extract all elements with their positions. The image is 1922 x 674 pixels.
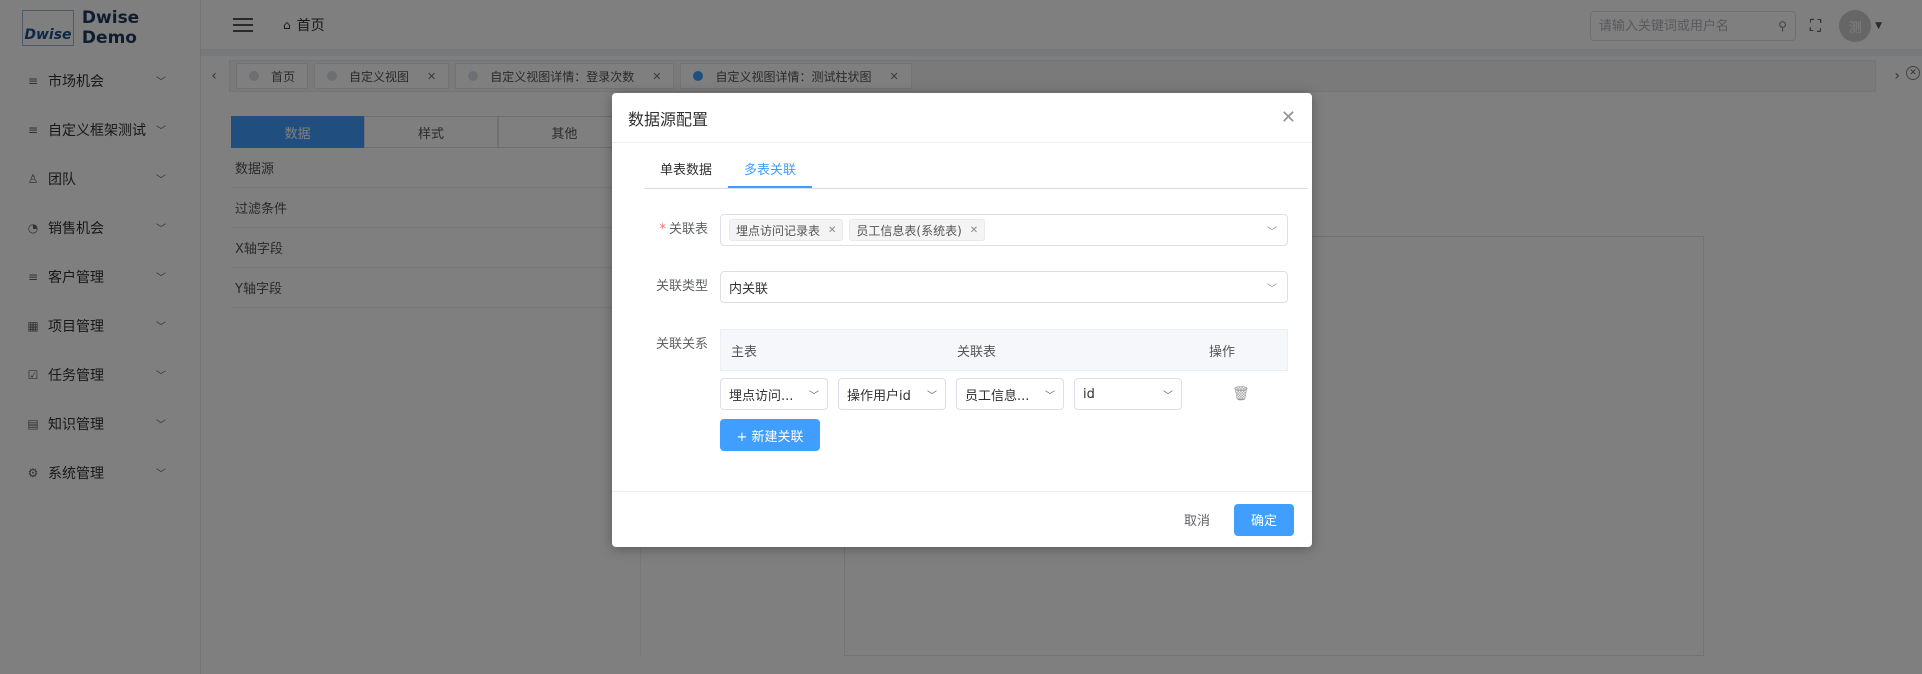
dialog-title: 数据源配置 — [628, 109, 709, 129]
tag-label: 员工信息表(系统表) — [856, 223, 962, 238]
close-icon[interactable]: ✕ — [828, 225, 836, 236]
dialog-tabs: 单表数据 多表关联 — [644, 155, 1308, 189]
join-type-label: 关联类型 — [655, 279, 708, 294]
join-field-select[interactable]: id ﹀ — [1074, 378, 1182, 410]
cancel-button[interactable]: 取消 — [1184, 510, 1210, 529]
join-table-select[interactable]: 员工信息... ﹀ — [956, 378, 1064, 410]
form-row-join-tables: * 关联表 埋点访问记录表 ✕ 员工信息表(系统表) ✕ ﹀ — [644, 214, 1288, 246]
column-header-join: 关联表 — [957, 344, 997, 360]
trash-icon[interactable]: 🗑 — [1232, 386, 1250, 402]
column-header-action: 操作 — [1209, 344, 1236, 360]
table-row: 埋点访问... ﹀ 操作用户id ﹀ 员工信息... ﹀ id ﹀ 🗑 — [720, 371, 1288, 417]
form-row-relation: 关联关系 主表 关联表 操作 埋点访问... ﹀ 操作用户id ﹀ 员工信息... ﹀… — [644, 329, 1288, 451]
required-marker: * — [659, 222, 666, 237]
join-type-select[interactable]: 内关联 ﹀ — [720, 271, 1288, 303]
join-tables-label: * 关联表 — [644, 214, 720, 246]
form-row-join-type: 关联类型 内关联 ﹀ — [644, 271, 1288, 303]
column-header-main: 主表 — [731, 344, 758, 360]
tag-label: 埋点访问记录表 — [736, 223, 821, 238]
join-tables-select[interactable]: 埋点访问记录表 ✕ 员工信息表(系统表) ✕ ﹀ — [720, 214, 1288, 246]
tag-join-table: 埋点访问记录表 ✕ — [729, 219, 844, 241]
main-table-value: 埋点访问... — [729, 388, 794, 404]
add-relation-button[interactable]: + 新建关联 — [720, 419, 820, 451]
dialog-header: 数据源配置 ✕ — [612, 93, 1312, 143]
close-icon[interactable]: ✕ — [1281, 107, 1296, 128]
chevron-down-icon: ﹀ — [1267, 227, 1277, 238]
join-field-value: id — [1083, 386, 1095, 402]
join-tables-label-text: 关联表 — [668, 222, 708, 237]
chevron-down-icon: ﹀ — [1267, 284, 1277, 295]
relation-label: 关联关系 — [655, 337, 708, 352]
main-field-select[interactable]: 操作用户id ﹀ — [838, 378, 946, 410]
close-icon[interactable]: ✕ — [970, 225, 978, 236]
join-table-value: 员工信息... — [965, 388, 1030, 404]
dialog-footer: 取消 确定 — [612, 491, 1312, 547]
main-field-value: 操作用户id — [847, 388, 911, 404]
chevron-down-icon: ﹀ — [809, 391, 819, 402]
tab-single-table[interactable]: 单表数据 — [644, 155, 728, 188]
join-type-value: 内关联 — [729, 281, 769, 297]
chevron-down-icon: ﹀ — [1045, 391, 1055, 402]
confirm-button[interactable]: 确定 — [1234, 503, 1294, 536]
relation-table: 主表 关联表 操作 埋点访问... ﹀ 操作用户id ﹀ 员工信息... ﹀ id ﹀ … — [720, 329, 1288, 451]
chevron-down-icon: ﹀ — [927, 391, 937, 402]
datasource-dialog: 数据源配置 ✕ 单表数据 多表关联 * 关联表 埋点访问记录表 ✕ 员工信息表(系统… — [612, 93, 1312, 547]
tag-join-table: 员工信息表(系统表) ✕ — [849, 219, 986, 241]
tab-multi-table[interactable]: 多表关联 — [728, 155, 813, 188]
chevron-down-icon: ﹀ — [1163, 391, 1173, 402]
relation-table-header: 主表 关联表 操作 — [720, 329, 1288, 371]
main-table-select[interactable]: 埋点访问... ﹀ — [720, 378, 828, 410]
